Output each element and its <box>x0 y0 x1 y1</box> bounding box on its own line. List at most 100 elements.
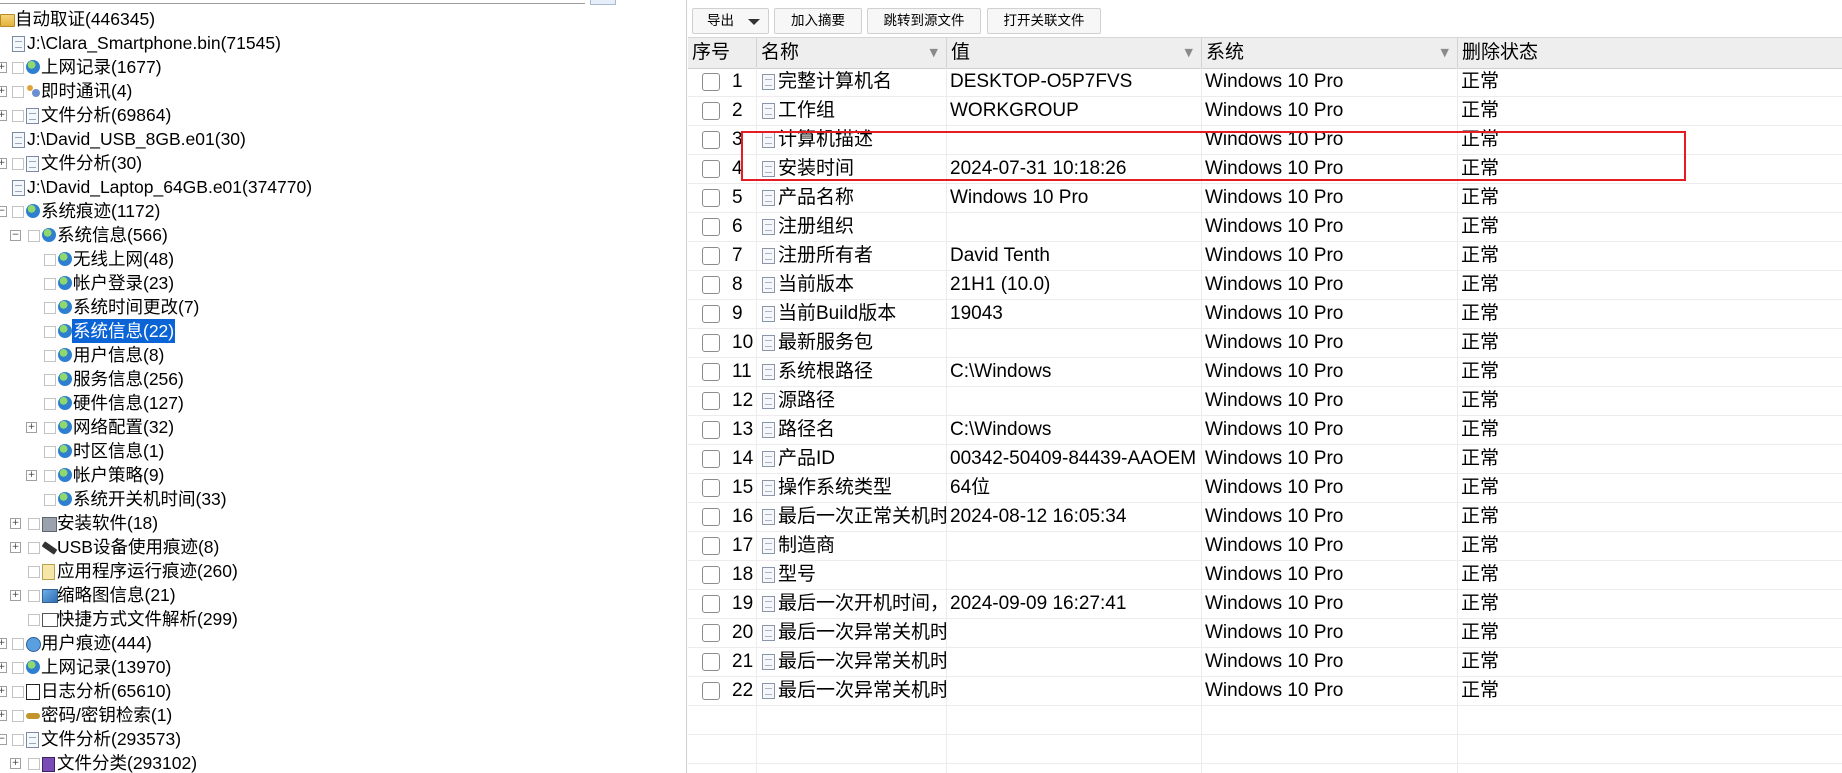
tree-node-label[interactable]: 系统时间更改(7) <box>72 295 200 319</box>
row-checkbox[interactable] <box>702 595 720 613</box>
filter-icon[interactable]: ▼ <box>1185 47 1193 59</box>
filter-icon[interactable]: ▼ <box>930 47 938 59</box>
row-checkbox[interactable] <box>702 276 720 294</box>
tree-checkbox[interactable] <box>28 518 40 530</box>
tree-checkbox[interactable] <box>44 254 56 266</box>
expand-toggle-icon[interactable]: + <box>10 758 21 769</box>
expand-toggle-icon[interactable]: + <box>10 542 21 553</box>
table-row[interactable]: 12 源路径 Windows 10 Pro 正常 <box>688 387 1842 416</box>
table-row[interactable]: 1 完整计算机名 DESKTOP-O5P7FVS Windows 10 Pro 正常 <box>688 68 1842 97</box>
table-row[interactable]: 19 最后一次开机时间，未...2024-09-09 16:27:41 Window… <box>688 590 1842 619</box>
tree-node-label[interactable]: 自动取证(446345) <box>14 7 156 31</box>
tree-node-label[interactable]: 网络配置(32) <box>72 415 175 439</box>
tree-node-label[interactable]: 缩略图信息(21) <box>56 583 177 607</box>
tree-checkbox[interactable] <box>12 638 24 650</box>
row-checkbox[interactable] <box>702 450 720 468</box>
row-checkbox[interactable] <box>702 479 720 497</box>
tree-checkbox[interactable] <box>12 206 24 218</box>
tree-checkbox[interactable] <box>12 686 24 698</box>
chevron-down-icon[interactable] <box>748 19 760 25</box>
expand-toggle-icon[interactable]: + <box>0 86 7 97</box>
tree-node-label[interactable]: 文件分类(293102) <box>56 751 198 773</box>
tree-checkbox[interactable] <box>44 422 56 434</box>
pane-splitter[interactable] <box>686 0 687 773</box>
table-row[interactable]: 9 当前Build版本 19043 Windows 10 Pro 正常 <box>688 300 1842 329</box>
jump-to-source-button[interactable]: 跳转到源文件 <box>867 8 981 34</box>
tree-node-label[interactable]: 日志分析(65610) <box>40 679 172 703</box>
table-row[interactable]: 20 最后一次异常关机时间 Windows 10 Pro 正常 <box>688 619 1842 648</box>
tree-top-button[interactable] <box>590 0 616 5</box>
table-row[interactable]: 15 操作系统类型 64位 Windows 10 Pro 正常 <box>688 474 1842 503</box>
row-checkbox[interactable] <box>702 566 720 584</box>
table-row[interactable]: 13 路径名 C:\Windows Windows 10 Pro 正常 <box>688 416 1842 445</box>
expand-toggle-icon[interactable]: + <box>26 470 37 481</box>
tree-checkbox[interactable] <box>12 662 24 674</box>
tree-node-label[interactable]: 上网记录(1677) <box>40 55 163 79</box>
tree-node-label[interactable]: 安装软件(18) <box>56 511 159 535</box>
tree-checkbox[interactable] <box>44 446 56 458</box>
row-checkbox[interactable] <box>702 305 720 323</box>
tree-checkbox[interactable] <box>28 590 40 602</box>
table-row[interactable]: 18 型号 Windows 10 Pro 正常 <box>688 561 1842 590</box>
expand-toggle-icon[interactable]: + <box>10 518 21 529</box>
table-row[interactable]: 21 最后一次异常关机时间 Windows 10 Pro 正常 <box>688 648 1842 677</box>
expand-toggle-icon[interactable]: + <box>0 686 7 697</box>
tree-node-label[interactable]: 即时通讯(4) <box>40 79 133 103</box>
expand-toggle-icon[interactable]: + <box>0 662 7 673</box>
tree-node-label[interactable]: 系统信息(22) <box>72 319 176 343</box>
column-header-index[interactable]: 序号 <box>688 38 757 68</box>
column-header-name[interactable]: 名称 ▼ <box>757 38 947 68</box>
tree-node-label[interactable]: 硬件信息(127) <box>72 391 185 415</box>
table-row[interactable]: 8 当前版本 21H1 (10.0) Windows 10 Pro 正常 <box>688 271 1842 300</box>
table-row[interactable]: 3 计算机描述 Windows 10 Pro 正常 <box>688 126 1842 155</box>
column-header-system[interactable]: 系统 ▼ <box>1202 38 1458 68</box>
tree-checkbox[interactable] <box>12 86 24 98</box>
expand-toggle-icon[interactable]: + <box>10 590 21 601</box>
collapse-toggle-icon[interactable]: − <box>0 734 7 745</box>
row-checkbox[interactable] <box>702 131 720 149</box>
row-checkbox[interactable] <box>702 334 720 352</box>
tree-node-label[interactable]: 密码/密钥检索(1) <box>40 703 173 727</box>
tree-node-label[interactable]: 上网记录(13970) <box>40 655 172 679</box>
tree-node-label[interactable]: 用户痕迹(444) <box>40 631 153 655</box>
expand-toggle-icon[interactable]: + <box>0 158 7 169</box>
row-checkbox[interactable] <box>702 537 720 555</box>
tree-checkbox[interactable] <box>44 278 56 290</box>
row-checkbox[interactable] <box>702 682 720 700</box>
tree-node-label[interactable]: 系统信息(566) <box>56 223 169 247</box>
row-checkbox[interactable] <box>702 363 720 381</box>
tree-node-label[interactable]: 帐户策略(9) <box>72 463 165 487</box>
open-related-file-button[interactable]: 打开关联文件 <box>987 8 1101 34</box>
export-dropdown-button[interactable]: 导出 <box>692 8 769 34</box>
column-header-value[interactable]: 值 ▼ <box>947 38 1202 68</box>
add-summary-button[interactable]: 加入摘要 <box>774 8 862 34</box>
tree-checkbox[interactable] <box>44 374 56 386</box>
table-row[interactable]: 10 最新服务包 Windows 10 Pro 正常 <box>688 329 1842 358</box>
expand-toggle-icon[interactable]: + <box>0 638 7 649</box>
table-row[interactable]: 14 产品ID 00342-50409-84439-AAOEM Windows 10 … <box>688 445 1842 474</box>
tree-checkbox[interactable] <box>44 302 56 314</box>
tree-node-label[interactable]: J:\David_Laptop_64GB.e01(374770) <box>26 175 313 199</box>
tree-checkbox[interactable] <box>12 110 24 122</box>
tree-checkbox[interactable] <box>12 158 24 170</box>
tree-node-label[interactable]: 无线上网(48) <box>72 247 175 271</box>
table-row[interactable]: 17 制造商 Windows 10 Pro 正常 <box>688 532 1842 561</box>
collapse-toggle-icon[interactable]: − <box>10 230 21 241</box>
tree-checkbox[interactable] <box>44 350 56 362</box>
table-row[interactable]: 22 最后一次异常关机时间 Windows 10 Pro 正常 <box>688 677 1842 706</box>
tree-node-label[interactable]: 系统开关机时间(33) <box>72 487 228 511</box>
row-checkbox[interactable] <box>702 508 720 526</box>
tree-checkbox[interactable] <box>28 542 40 554</box>
tree-checkbox[interactable] <box>28 758 40 770</box>
tree-node-label[interactable]: 服务信息(256) <box>72 367 185 391</box>
expand-toggle-icon[interactable]: + <box>0 110 7 121</box>
row-checkbox[interactable] <box>702 218 720 236</box>
tree-checkbox[interactable] <box>44 326 56 338</box>
tree-node-label[interactable]: 时区信息(1) <box>72 439 165 463</box>
row-checkbox[interactable] <box>702 624 720 642</box>
tree-checkbox[interactable] <box>44 470 56 482</box>
table-row[interactable]: 16 最后一次正常关机时间2024-08-12 16:05:34 Windows 1… <box>688 503 1842 532</box>
collapse-toggle-icon[interactable]: − <box>0 206 7 217</box>
row-checkbox[interactable] <box>702 392 720 410</box>
tree-node-label[interactable]: J:\David_USB_8GB.e01(30) <box>26 127 247 151</box>
